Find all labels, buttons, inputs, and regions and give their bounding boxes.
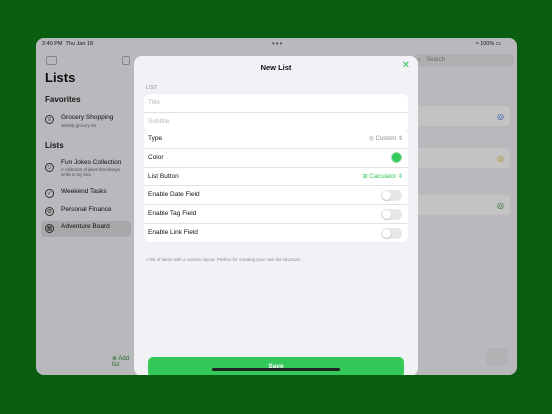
- chevron-updown-icon: ⇕: [397, 136, 403, 142]
- chevron-updown-icon: ⇕: [397, 173, 403, 180]
- calculator-icon: ⊞: [362, 173, 368, 180]
- date-field-label: Enable Date Field: [148, 191, 200, 199]
- list-button-label: List Button: [148, 172, 179, 180]
- tag-field-label: Enable Tag Field: [148, 210, 197, 218]
- type-picker[interactable]: ◎ Custom ⇕: [369, 135, 403, 142]
- color-row[interactable]: Color: [144, 149, 408, 168]
- color-label: Color: [148, 153, 164, 161]
- title-placeholder: Title: [148, 99, 161, 106]
- sheet-title: New List: [260, 63, 292, 72]
- title-group: Title Subtitle: [144, 94, 408, 131]
- section-header: LIST: [146, 85, 158, 91]
- tag-field-row: Enable Tag Field: [144, 205, 408, 224]
- subtitle-placeholder: Subtitle: [148, 117, 170, 125]
- date-field-toggle[interactable]: [381, 190, 402, 202]
- link-field-row: Enable Link Field: [144, 224, 408, 242]
- list-button-picker[interactable]: ⊞ Calculator ⇕: [363, 173, 403, 180]
- save-button[interactable]: Save: [148, 357, 404, 375]
- tag-field-toggle[interactable]: [381, 209, 402, 221]
- type-label: Type: [148, 135, 163, 142]
- date-field-row: Enable Date Field: [144, 186, 408, 206]
- subtitle-field[interactable]: Subtitle: [144, 113, 408, 131]
- color-swatch[interactable]: [391, 151, 402, 163]
- title-field[interactable]: Title: [144, 94, 408, 113]
- list-type-description: A list of items with a custom layout. Pe…: [146, 257, 302, 262]
- home-indicator[interactable]: [212, 368, 340, 371]
- type-row[interactable]: Type ◎ Custom ⇕: [144, 130, 408, 149]
- link-field-toggle[interactable]: [381, 227, 402, 239]
- new-list-sheet: New List ✕ LIST Title Subtitle Type ◎ Cu…: [134, 56, 418, 375]
- options-group: Type ◎ Custom ⇕ Color List Button ⊞ Calc…: [144, 130, 408, 242]
- close-icon[interactable]: ✕: [402, 61, 410, 71]
- list-button-row[interactable]: List Button ⊞ Calculator ⇕: [144, 168, 408, 187]
- link-field-label: Enable Link Field: [148, 228, 198, 236]
- ipad-screen: 2:40 PM Thu Jan 18 ••• ≈ 100% ▭ Lists Fa…: [36, 38, 517, 375]
